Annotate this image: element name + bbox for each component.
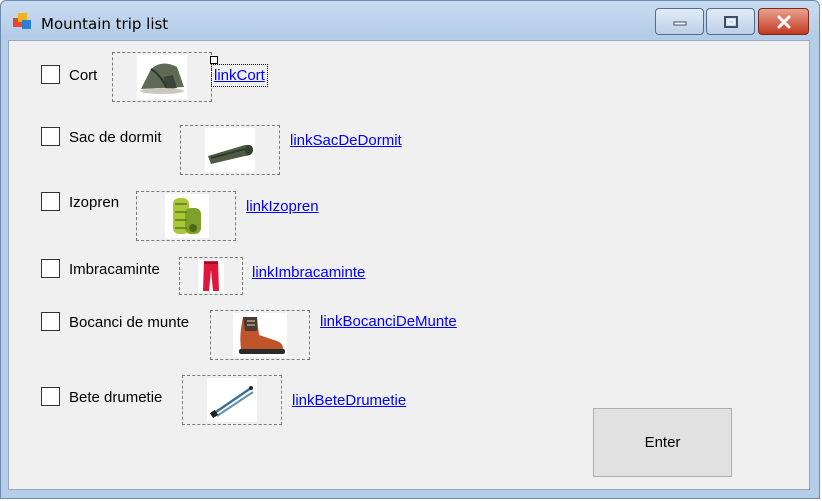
picturebox-izopren xyxy=(136,191,236,241)
checkbox-bocanci-de-munte[interactable] xyxy=(41,312,60,331)
checkbox-izopren[interactable] xyxy=(41,192,60,211)
close-button[interactable] xyxy=(758,8,809,35)
picturebox-imbracaminte xyxy=(179,257,243,295)
checkbox-cort[interactable] xyxy=(41,65,60,84)
checkbox-label-bete-drumetie: Bete drumetie xyxy=(69,389,163,406)
window-title: Mountain trip list xyxy=(41,15,169,33)
checkbox-imbracaminte[interactable] xyxy=(41,259,60,278)
close-icon xyxy=(777,15,790,28)
maximize-button[interactable] xyxy=(706,8,755,35)
maximize-icon xyxy=(723,15,738,28)
pants-image xyxy=(198,260,224,292)
hiking-boot-image xyxy=(233,313,287,357)
app-icon xyxy=(13,13,31,29)
tent-image xyxy=(137,55,187,99)
minimize-button[interactable] xyxy=(655,8,704,35)
sleeping-bag-image xyxy=(205,128,255,172)
link-bocanci-de-munte[interactable]: linkBocanciDeMunte xyxy=(320,313,457,330)
enter-button[interactable]: Enter xyxy=(593,408,732,477)
title-bar[interactable]: Mountain trip list xyxy=(1,1,819,39)
checkbox-label-cort: Cort xyxy=(69,67,98,84)
checkbox-sac-de-dormit[interactable] xyxy=(41,127,60,146)
link-cort[interactable]: linkCort xyxy=(211,64,268,87)
minimize-icon xyxy=(673,21,686,25)
picturebox-cort xyxy=(112,52,212,102)
trekking-poles-image xyxy=(207,378,257,422)
checkbox-bete-drumetie[interactable] xyxy=(41,387,60,406)
checkbox-label-sac-de-dormit: Sac de dormit xyxy=(69,129,162,146)
link-sac-de-dormit[interactable]: linkSacDeDormit xyxy=(290,132,402,149)
link-bete-drumetie[interactable]: linkBeteDrumetie xyxy=(292,392,406,409)
picturebox-bete-drumetie xyxy=(182,375,282,425)
link-izopren[interactable]: linkIzopren xyxy=(246,198,319,215)
checkbox-label-izopren: Izopren xyxy=(69,194,120,211)
checkbox-label-bocanci-de-munte: Bocanci de munte xyxy=(69,314,190,331)
picturebox-bocanci-de-munte xyxy=(210,310,310,360)
picturebox-sac-de-dormit xyxy=(180,125,280,175)
checkbox-label-imbracaminte: Imbracaminte xyxy=(69,261,160,278)
resize-handle[interactable] xyxy=(210,56,218,64)
link-imbracaminte[interactable]: linkImbracaminte xyxy=(252,264,365,281)
sleeping-mat-image xyxy=(165,194,209,238)
